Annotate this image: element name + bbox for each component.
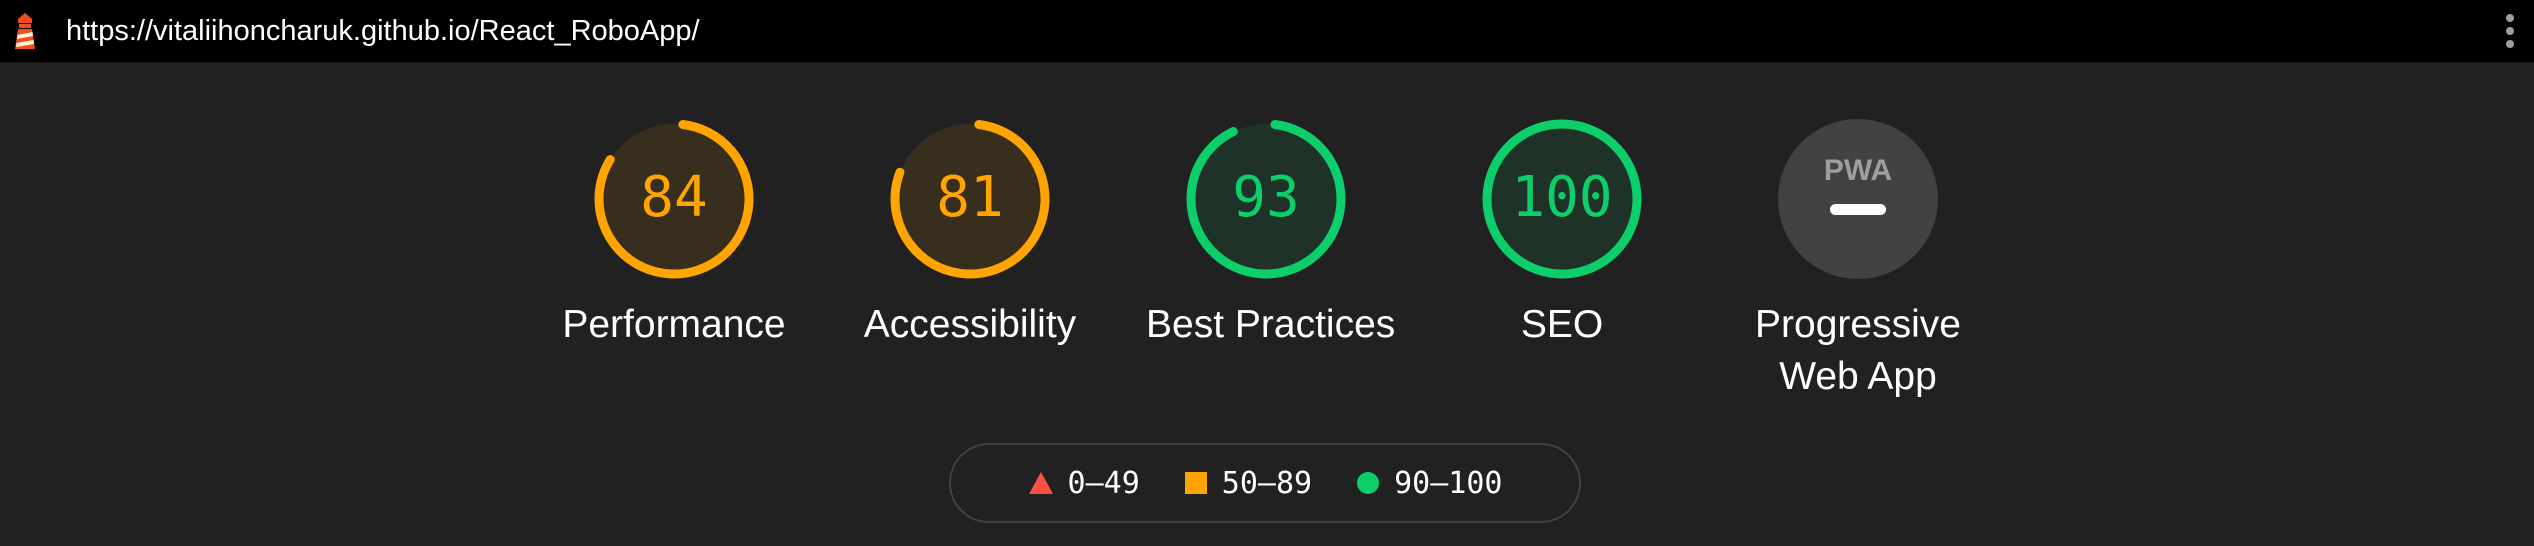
gauge-pwa-label: Progressive Web App xyxy=(1755,303,1961,398)
gauge-best-practices-label: Best Practices xyxy=(1146,303,1396,346)
page-url: https://vitaliihoncharuk.github.io/React… xyxy=(66,15,700,47)
gauge-best-practices-ring: 93 xyxy=(1186,119,1346,279)
gauge-accessibility-ring: 81 xyxy=(890,119,1050,279)
gauge-performance-ring: 84 xyxy=(594,119,754,279)
square-icon xyxy=(1184,472,1207,494)
gauge-accessibility-score: 81 xyxy=(936,165,1003,230)
gauge-pwa[interactable]: PWA Progressive Web App xyxy=(1738,117,1978,403)
lighthouse-icon xyxy=(15,13,35,49)
gauge-best-practices[interactable]: 93 Best Practices xyxy=(1146,117,1396,351)
gauge-accessibility-label: Accessibility xyxy=(863,303,1077,346)
legend-pass: 90–100 xyxy=(1356,466,1502,501)
pwa-dash-icon xyxy=(1830,204,1886,215)
gauge-seo-label: SEO xyxy=(1520,303,1604,346)
gauge-seo[interactable]: 100 SEO xyxy=(1442,117,1682,351)
circle-icon xyxy=(1357,472,1380,494)
more-vertical-icon[interactable] xyxy=(2504,14,2516,48)
legend-average: 50–89 xyxy=(1184,466,1312,501)
legend-average-range: 50–89 xyxy=(1221,465,1313,501)
gauge-performance-label: Performance xyxy=(562,303,786,346)
pwa-badge-text: PWA xyxy=(1824,154,1892,187)
gauge-best-practices-score: 93 xyxy=(1232,165,1299,230)
address-bar: https://vitaliihoncharuk.github.io/React… xyxy=(0,0,2534,63)
score-legend: 0–49 50–89 90–100 xyxy=(949,443,1581,523)
gauge-performance-score: 84 xyxy=(640,165,707,230)
legend-fail: 0–49 xyxy=(1028,466,1140,501)
gauge-seo-ring: 100 xyxy=(1482,119,1642,279)
gauge-seo-score: 100 xyxy=(1511,165,1612,230)
pwa-badge-icon: PWA xyxy=(1778,119,1938,279)
gauge-accessibility[interactable]: 81 Accessibility xyxy=(850,117,1090,351)
triangle-icon xyxy=(1028,472,1053,494)
gauge-performance[interactable]: 84 Performance xyxy=(554,117,794,351)
legend-pass-range: 90–100 xyxy=(1394,465,1503,501)
legend-fail-range: 0–49 xyxy=(1067,465,1140,501)
